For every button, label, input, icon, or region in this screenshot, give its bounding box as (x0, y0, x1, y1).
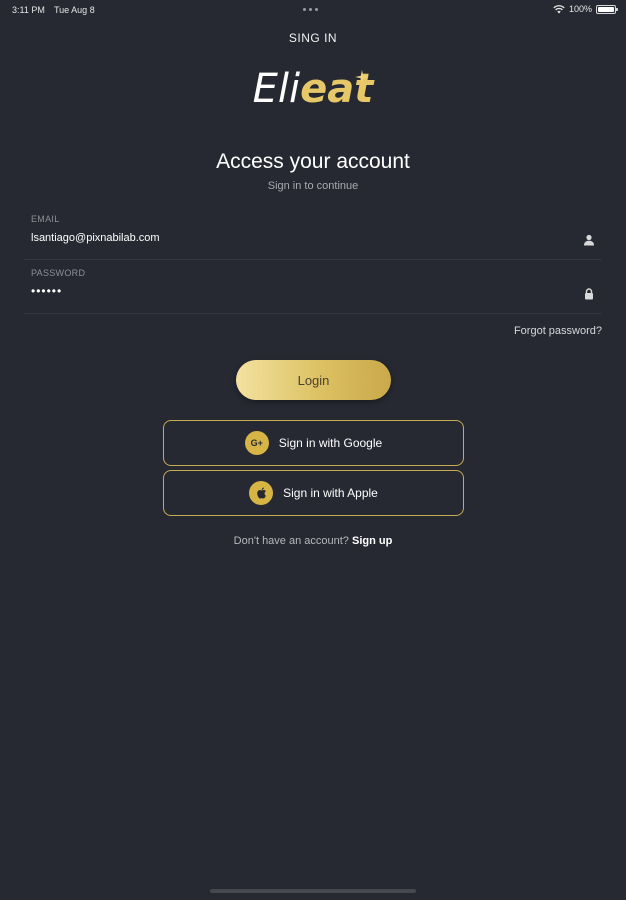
signup-link[interactable]: Sign up (352, 535, 392, 547)
signup-row: Don't have an account? Sign up (0, 535, 626, 547)
app-logo: Elieat (0, 66, 626, 112)
status-indicators: 100% (553, 4, 618, 14)
page-title: SING IN (288, 31, 338, 45)
google-signin-label: Sign in with Google (278, 436, 383, 450)
password-label: PASSWORD (31, 268, 86, 278)
google-signin-button[interactable]: G+ Sign in with Google (163, 420, 464, 466)
password-input[interactable] (31, 284, 551, 298)
lock-icon (585, 288, 593, 300)
multitasking-dots-icon[interactable] (303, 8, 318, 11)
subheading: Sign in to continue (267, 180, 359, 192)
login-screen: 3:11 PM Tue Aug 8 100% SING IN Elieat Ac… (0, 0, 626, 900)
status-bar: 3:11 PM Tue Aug 8 100% (0, 0, 626, 20)
email-label: EMAIL (31, 214, 60, 224)
login-button[interactable]: Login (236, 360, 391, 400)
person-icon (584, 234, 594, 246)
status-time: 3:11 PM (12, 5, 45, 15)
logo-star-icon (355, 70, 369, 84)
password-field[interactable]: PASSWORD (24, 264, 602, 314)
apple-icon (249, 481, 274, 505)
wifi-icon (553, 5, 565, 14)
status-date: Tue Aug 8 (54, 5, 95, 15)
signup-prompt: Don't have an account? (233, 535, 349, 547)
logo-text-primary: Eli (252, 66, 301, 112)
email-input[interactable] (31, 232, 551, 244)
heading: Access your account (216, 150, 410, 173)
google-plus-icon: G+ (244, 431, 269, 455)
home-indicator[interactable] (210, 889, 416, 893)
forgot-password-link[interactable]: Forgot password? (514, 325, 602, 337)
battery-percentage: 100% (568, 4, 592, 14)
battery-icon (596, 4, 618, 14)
email-field[interactable]: EMAIL (24, 210, 602, 260)
apple-signin-label: Sign in with Apple (283, 486, 378, 500)
apple-signin-button[interactable]: Sign in with Apple (163, 470, 464, 516)
